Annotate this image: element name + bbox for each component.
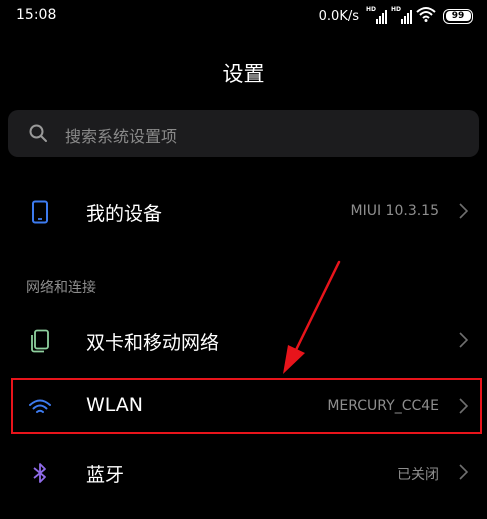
section-title-network: 网络和连接 xyxy=(26,280,96,296)
status-wifi-icon xyxy=(416,6,436,26)
search-input[interactable]: 搜索系统设置项 xyxy=(8,110,479,157)
my-device-item[interactable]: 我的设备 MIUI 10.3.15 xyxy=(0,180,487,244)
search-placeholder: 搜索系统设置项 xyxy=(65,127,178,146)
status-time: 15:08 xyxy=(16,7,57,23)
my-device-value: MIUI 10.3.15 xyxy=(350,203,439,219)
search-icon xyxy=(28,123,48,147)
chevron-right-icon xyxy=(459,464,469,484)
battery-level: 99 xyxy=(445,11,471,21)
phone-icon xyxy=(28,200,52,224)
bluetooth-label: 蓝牙 xyxy=(86,464,125,486)
sim-card-icon xyxy=(28,329,52,353)
chevron-right-icon xyxy=(459,398,469,418)
bluetooth-icon xyxy=(28,461,52,485)
wlan-value: MERCURY_CC4E xyxy=(327,398,439,414)
bluetooth-item[interactable]: 蓝牙 已关闭 xyxy=(0,441,487,505)
network-speed: 0.0K/s xyxy=(318,8,359,24)
sim-network-item[interactable]: 双卡和移动网络 xyxy=(0,309,487,373)
sim-network-label: 双卡和移动网络 xyxy=(86,332,220,354)
status-icons: 0.0K/s HD HD 99 xyxy=(319,6,473,26)
battery-icon: 99 xyxy=(443,8,473,24)
status-bar: 15:08 0.0K/s HD HD 99 xyxy=(0,0,487,32)
hd-label-2: HD xyxy=(391,6,402,13)
bluetooth-value: 已关闭 xyxy=(397,467,439,483)
hd-label: HD xyxy=(366,6,377,13)
my-device-label: 我的设备 xyxy=(86,203,163,225)
wlan-label: WLAN xyxy=(86,394,144,416)
chevron-right-icon xyxy=(459,332,469,352)
page-title: 设置 xyxy=(222,62,265,86)
chevron-right-icon xyxy=(459,203,469,223)
signal-2-icon: HD xyxy=(391,6,413,24)
wlan-item[interactable]: WLAN MERCURY_CC4E xyxy=(0,375,487,439)
signal-1-icon: HD xyxy=(366,6,388,24)
wifi-icon xyxy=(28,395,52,419)
